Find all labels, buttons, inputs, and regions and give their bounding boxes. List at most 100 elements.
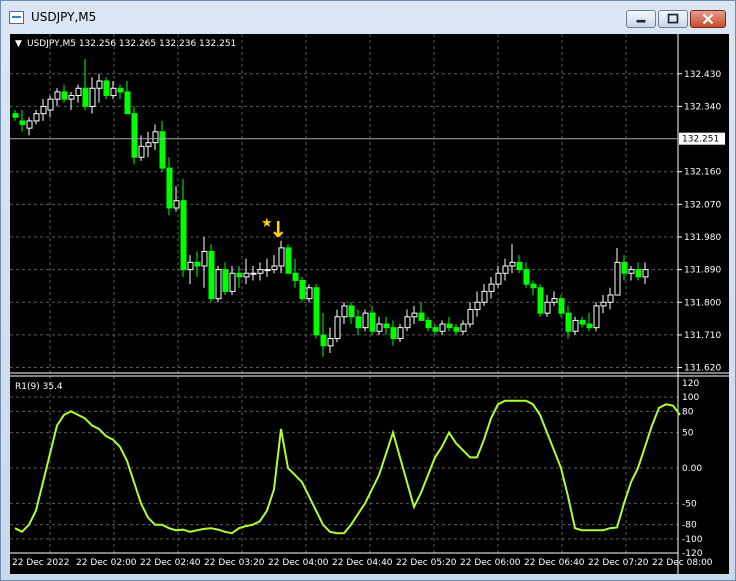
- candle-body: [208, 250, 215, 300]
- chart-menu-icon[interactable]: ▼: [15, 39, 22, 49]
- candle: [152, 124, 159, 150]
- candle: [425, 316, 432, 332]
- candle: [390, 320, 397, 346]
- candle-body: [390, 327, 397, 340]
- price-tick-label: 132.070: [684, 200, 721, 210]
- candle-body: [544, 301, 551, 314]
- candle-body: [250, 272, 257, 275]
- candle: [460, 320, 467, 335]
- candle: [572, 316, 579, 335]
- candle-body: [306, 287, 313, 300]
- candle: [481, 284, 488, 306]
- candle-body: [614, 261, 621, 296]
- candle-body: [474, 301, 481, 311]
- candle-body: [320, 334, 327, 347]
- candle: [180, 178, 187, 277]
- candle-body: [299, 280, 306, 300]
- candle: [257, 262, 264, 281]
- candle: [236, 266, 243, 288]
- time-tick-label: 22 Dec 03:20: [204, 558, 265, 568]
- candle-body: [19, 120, 26, 126]
- candle-body: [173, 200, 180, 209]
- candle: [369, 305, 376, 335]
- candle: [33, 110, 40, 125]
- indicator-tick-label: -50: [682, 499, 697, 509]
- candle: [222, 262, 229, 296]
- candle-body: [334, 316, 341, 340]
- price-axis-labels: 132.430 132.340 132.160 132.070 131.980 131.8…: [678, 70, 721, 374]
- candle-body: [54, 91, 61, 100]
- candle-body: [593, 305, 600, 329]
- candle-body: [453, 327, 460, 332]
- candle-body: [383, 323, 390, 329]
- candle: [467, 302, 474, 328]
- candle-body: [439, 323, 446, 332]
- candle: [628, 266, 635, 281]
- candle: [600, 295, 607, 314]
- title-bar[interactable]: USDJPY,M5: [1, 1, 735, 31]
- price-tick-label: 132.160: [684, 168, 721, 178]
- candle: [215, 266, 222, 303]
- candle: [537, 284, 544, 317]
- candle: [145, 131, 152, 158]
- candle: [565, 305, 572, 339]
- candle: [355, 309, 362, 335]
- candle: [110, 81, 117, 100]
- candle: [607, 287, 614, 310]
- candle-body: [96, 80, 103, 89]
- candle: [488, 276, 495, 299]
- price-chart[interactable]: 132.430 132.340 132.160 132.070 131.980 131.8…: [10, 34, 729, 574]
- candle: [40, 99, 47, 121]
- candle: [229, 266, 236, 296]
- candle: [89, 77, 96, 114]
- candle: [509, 244, 516, 274]
- candle-body: [89, 87, 96, 107]
- time-tick-label: 22 Dec 04:00: [268, 558, 329, 568]
- candle-body: [313, 287, 320, 336]
- close-button[interactable]: [690, 10, 726, 28]
- candle-body: [530, 283, 537, 289]
- candle-body: [376, 323, 383, 332]
- candle-body: [551, 298, 558, 303]
- candle-body: [26, 120, 33, 129]
- candle-body: [467, 309, 474, 325]
- candle-body: [488, 283, 495, 292]
- candle-body: [565, 312, 572, 332]
- candle: [82, 59, 89, 111]
- candle-body: [117, 87, 124, 93]
- candle: [264, 258, 271, 277]
- candle-body: [607, 294, 614, 303]
- candle-body: [425, 319, 432, 329]
- candle: [117, 84, 124, 100]
- candle: [530, 280, 537, 296]
- candle: [516, 255, 523, 274]
- candle-body: [124, 91, 131, 115]
- candle: [362, 309, 369, 332]
- candle: [124, 81, 131, 115]
- candle: [61, 84, 68, 103]
- candle-body: [12, 113, 19, 118]
- candle-body: [537, 287, 544, 314]
- candle: [446, 316, 453, 332]
- candle-body: [285, 247, 292, 274]
- candle-body: [138, 145, 145, 158]
- candle-body: [586, 323, 593, 329]
- candle-body: [481, 290, 488, 303]
- chart-area[interactable]: 132.430 132.340 132.160 132.070 131.980 131.8…: [10, 34, 729, 574]
- price-tick-label: 132.340: [684, 102, 721, 112]
- price-tick-label: 131.890: [684, 266, 721, 276]
- time-tick-label: 22 Dec 06:40: [524, 558, 585, 568]
- time-tick-label: 22 Dec 04:40: [332, 558, 393, 568]
- candle-body: [131, 113, 138, 158]
- candle-body: [61, 91, 68, 100]
- candle-body: [166, 167, 173, 209]
- candle: [54, 88, 61, 107]
- candle-body: [222, 269, 229, 292]
- candle: [558, 295, 565, 317]
- candle: [439, 320, 446, 335]
- candle-body: [502, 265, 509, 274]
- candle: [278, 240, 285, 274]
- maximize-button[interactable]: [658, 10, 688, 28]
- minimize-button[interactable]: [626, 10, 656, 28]
- candle-body: [327, 338, 334, 347]
